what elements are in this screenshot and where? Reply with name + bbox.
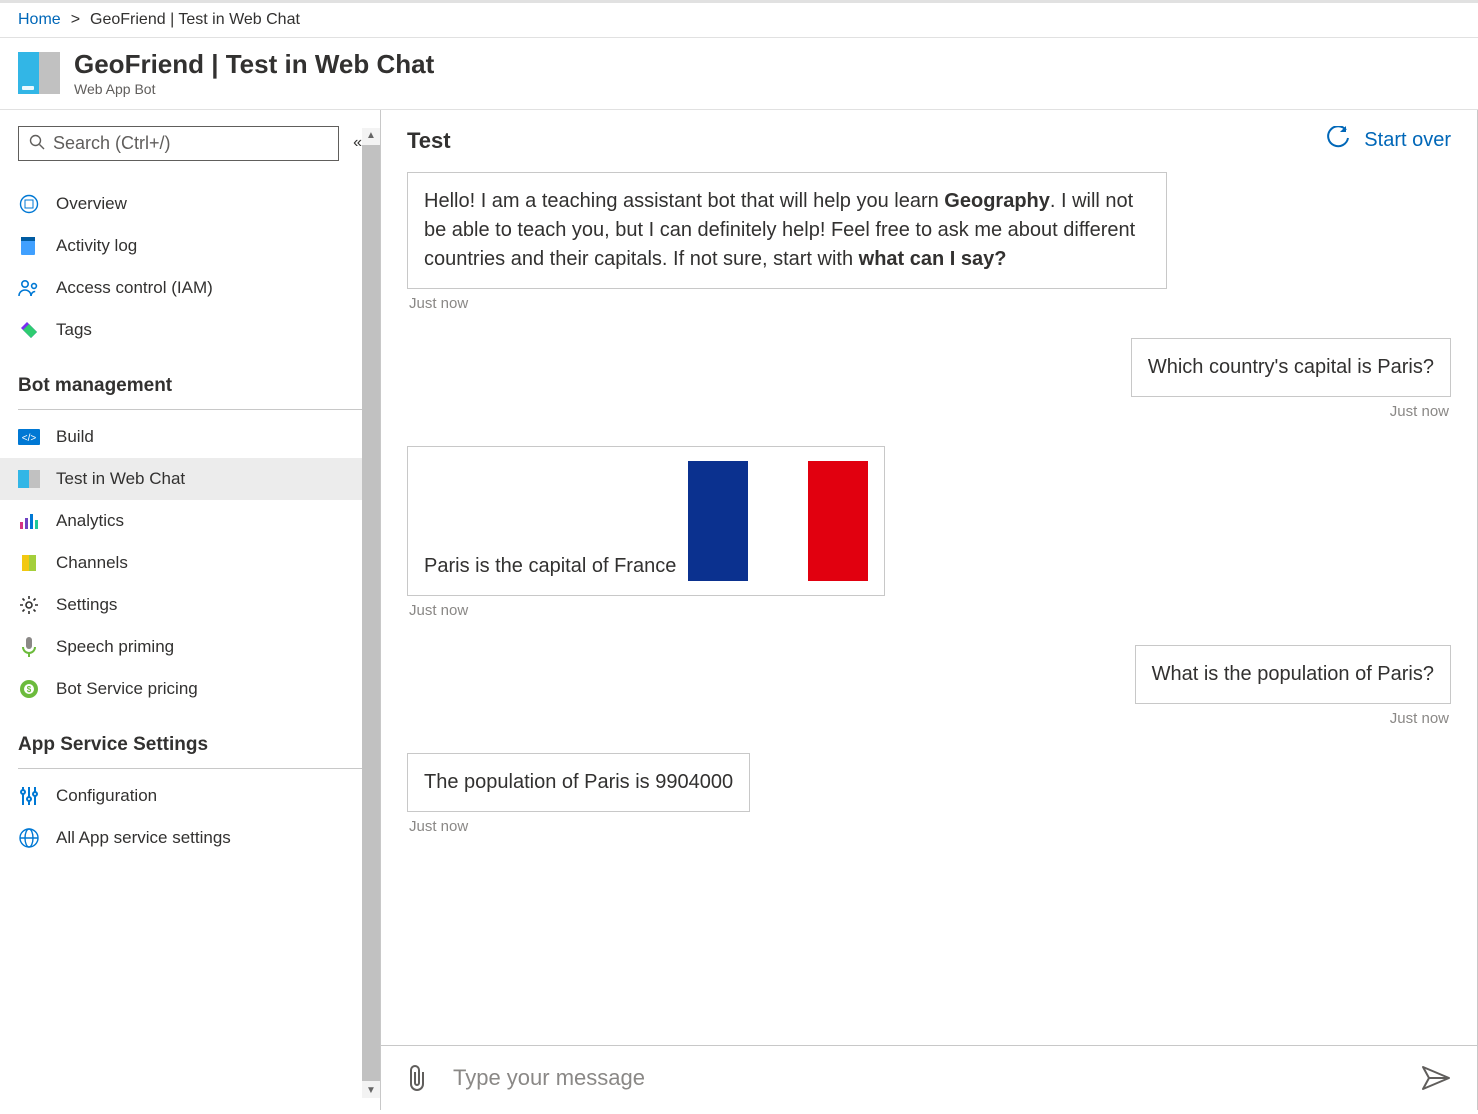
sidebar-item-access-control[interactable]: Access control (IAM) xyxy=(0,267,380,309)
search-icon xyxy=(29,134,53,153)
refresh-icon xyxy=(1326,126,1350,156)
message-bubble: Hello! I am a teaching assistant bot tha… xyxy=(407,172,1167,289)
webapp-bot-icon xyxy=(18,52,60,94)
sidebar-item-label: All App service settings xyxy=(56,828,231,848)
sidebar-item-test-web-chat[interactable]: Test in Web Chat xyxy=(0,458,380,500)
message-timestamp: Just now xyxy=(409,295,1449,312)
microphone-icon xyxy=(18,636,40,658)
message-bubble: Paris is the capital of France xyxy=(407,446,885,596)
message-text: Which country's capital is Paris? xyxy=(1148,356,1434,378)
sidebar-item-label: Analytics xyxy=(56,511,124,531)
sidebar-item-label: Test in Web Chat xyxy=(56,469,185,489)
resource-header: GeoFriend | Test in Web Chat Web App Bot xyxy=(0,38,1478,110)
send-button[interactable] xyxy=(1421,1065,1451,1091)
collapse-sidebar-button[interactable]: « xyxy=(353,134,362,152)
tag-icon xyxy=(18,319,40,341)
scroll-thumb[interactable] xyxy=(362,145,380,1081)
sidebar-item-label: Channels xyxy=(56,553,128,573)
search-input[interactable] xyxy=(53,133,328,154)
chat-transcript: Hello! I am a teaching assistant bot tha… xyxy=(381,172,1477,1045)
sidebar-item-analytics[interactable]: Analytics xyxy=(0,500,380,542)
france-flag-image xyxy=(688,461,868,581)
message-bot: Paris is the capital of France Just now xyxy=(407,446,1451,619)
code-icon: </> xyxy=(18,426,40,448)
message-user: What is the population of Paris? Just no… xyxy=(407,645,1451,727)
start-over-button[interactable]: Start over xyxy=(1326,126,1451,156)
message-bot: The population of Paris is 9904000 Just … xyxy=(407,753,1451,835)
message-text-bold: what can I say? xyxy=(859,248,1007,270)
message-timestamp: Just now xyxy=(409,818,1449,835)
sidebar-search-box[interactable] xyxy=(18,126,339,161)
message-user: Which country's capital is Paris? Just n… xyxy=(407,338,1451,420)
sidebar-item-speech-priming[interactable]: Speech priming xyxy=(0,626,380,668)
sidebar-scrollbar[interactable]: ▲ ▼ xyxy=(362,128,380,1098)
sidebar-item-tags[interactable]: Tags xyxy=(0,309,380,351)
message-text-bold: Geography xyxy=(944,190,1050,212)
sidebar-item-label: Settings xyxy=(56,595,117,615)
gear-icon xyxy=(18,594,40,616)
sidebar-item-settings[interactable]: Settings xyxy=(0,584,380,626)
message-bubble: What is the population of Paris? xyxy=(1135,645,1451,704)
overview-icon xyxy=(18,193,40,215)
breadcrumb-separator-icon: > xyxy=(71,11,80,29)
sidebar-item-label: Speech priming xyxy=(56,637,174,657)
sidebar-group-bot-management: Bot management xyxy=(0,351,380,403)
divider xyxy=(18,768,362,769)
message-bot: Hello! I am a teaching assistant bot tha… xyxy=(407,172,1451,312)
message-bubble: The population of Paris is 9904000 xyxy=(407,753,750,812)
message-text: Hello! I am a teaching assistant bot tha… xyxy=(424,190,944,212)
breadcrumb-current: GeoFriend | Test in Web Chat xyxy=(90,11,300,29)
page-title: GeoFriend | Test in Web Chat xyxy=(74,50,434,79)
chat-composer xyxy=(381,1045,1477,1110)
channels-icon xyxy=(18,552,40,574)
sidebar-item-pricing[interactable]: $ Bot Service pricing xyxy=(0,668,380,710)
sidebar-item-label: Build xyxy=(56,427,94,447)
chat-toolbar: Test Start over xyxy=(381,110,1477,172)
message-timestamp: Just now xyxy=(409,403,1449,420)
chat-panel: Test Start over Hello! I am a teaching a… xyxy=(380,110,1478,1110)
message-text: Paris is the capital of France xyxy=(424,555,676,577)
pricing-icon: $ xyxy=(18,678,40,700)
people-icon xyxy=(18,277,40,299)
sidebar-item-all-app-settings[interactable]: All App service settings xyxy=(0,817,380,859)
analytics-icon xyxy=(18,510,40,532)
activity-log-icon xyxy=(18,235,40,257)
webchat-icon xyxy=(18,468,40,490)
message-bubble: Which country's capital is Paris? xyxy=(1131,338,1451,397)
start-over-label: Start over xyxy=(1364,129,1451,152)
sidebar-item-label: Access control (IAM) xyxy=(56,278,213,298)
sidebar-item-channels[interactable]: Channels xyxy=(0,542,380,584)
scroll-up-icon[interactable]: ▲ xyxy=(366,128,376,143)
attach-button[interactable] xyxy=(407,1064,429,1092)
sidebar-item-label: Activity log xyxy=(56,236,137,256)
sidebar-item-activity-log[interactable]: Activity log xyxy=(0,225,380,267)
sidebar: « Overview Activity log Access control (… xyxy=(0,110,380,1110)
sidebar-item-overview[interactable]: Overview xyxy=(0,183,380,225)
globe-icon xyxy=(18,827,40,849)
message-timestamp: Just now xyxy=(409,602,1449,619)
sidebar-item-label: Overview xyxy=(56,194,127,214)
sidebar-item-build[interactable]: </> Build xyxy=(0,416,380,458)
breadcrumb: Home > GeoFriend | Test in Web Chat xyxy=(0,0,1478,38)
breadcrumb-home-link[interactable]: Home xyxy=(18,11,61,29)
sidebar-item-label: Tags xyxy=(56,320,92,340)
message-text: The population of Paris is 9904000 xyxy=(424,771,733,793)
message-input[interactable] xyxy=(453,1065,1397,1091)
scroll-down-icon[interactable]: ▼ xyxy=(366,1083,376,1098)
sidebar-item-configuration[interactable]: Configuration xyxy=(0,775,380,817)
sidebar-group-app-settings: App Service Settings xyxy=(0,710,380,762)
sliders-icon xyxy=(18,785,40,807)
message-text: What is the population of Paris? xyxy=(1152,663,1434,685)
sidebar-item-label: Configuration xyxy=(56,786,157,806)
chat-title: Test xyxy=(407,128,451,154)
sidebar-item-label: Bot Service pricing xyxy=(56,679,198,699)
message-timestamp: Just now xyxy=(409,710,1449,727)
divider xyxy=(18,409,362,410)
svg-text:$: $ xyxy=(27,685,32,694)
svg-text:</>: </> xyxy=(22,433,37,444)
resource-type-label: Web App Bot xyxy=(74,81,434,97)
